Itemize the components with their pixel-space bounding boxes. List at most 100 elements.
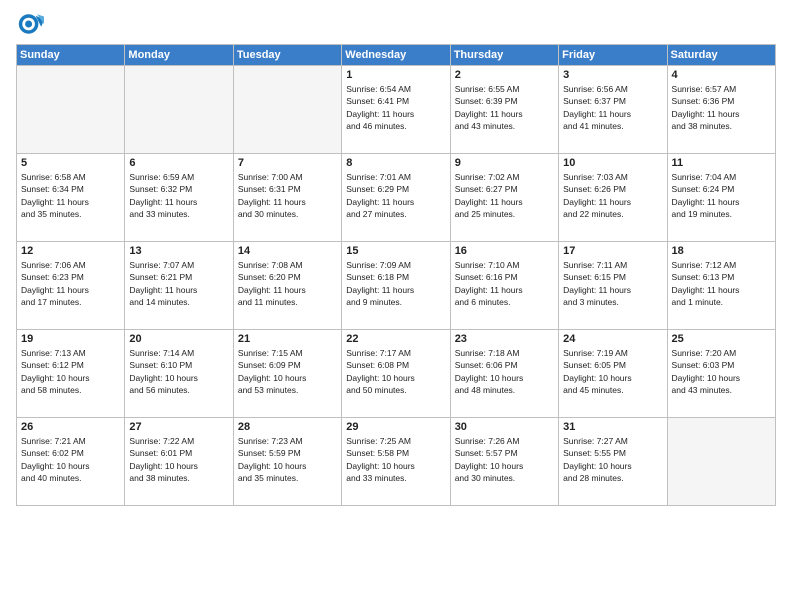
calendar-cell: 6 Sunrise: 6:59 AMSunset: 6:32 PMDaylight… <box>125 154 233 242</box>
day-number: 20 <box>129 333 228 345</box>
day-number: 23 <box>455 333 554 345</box>
day-number: 27 <box>129 421 228 433</box>
calendar-cell: 16 Sunrise: 7:10 AMSunset: 6:16 PMDayligh… <box>450 242 558 330</box>
calendar-cell: 23Sunrise: 7:18 AMSunset: 6:06 PMDayligh… <box>450 330 558 418</box>
week-row-2: 5 Sunrise: 6:58 AMSunset: 6:34 PMDaylight… <box>17 154 776 242</box>
weekday-header-sunday: Sunday <box>17 45 125 66</box>
calendar-cell: 28 Sunrise: 7:23 AMSunset: 5:59 PMDayligh… <box>233 418 341 506</box>
day-number: 21 <box>238 333 337 345</box>
day-number: 16 <box>455 245 554 257</box>
calendar-cell: 10Sunrise: 7:03 AMSunset: 6:26 PMDayligh… <box>559 154 667 242</box>
calendar-cell: 8Sunrise: 7:01 AMSunset: 6:29 PMDaylight… <box>342 154 450 242</box>
day-number: 3 <box>563 69 662 81</box>
day-number: 18 <box>672 245 771 257</box>
calendar-cell: 20 Sunrise: 7:14 AMSunset: 6:10 PMDayligh… <box>125 330 233 418</box>
day-info: Sunrise: 6:58 AMSunset: 6:34 PMDaylight:… <box>21 171 120 220</box>
calendar-cell: 2 Sunrise: 6:55 AMSunset: 6:39 PMDaylight… <box>450 66 558 154</box>
day-info: Sunrise: 7:07 AMSunset: 6:21 PMDaylight:… <box>129 259 228 308</box>
week-row-5: 26 Sunrise: 7:21 AMSunset: 6:02 PMDayligh… <box>17 418 776 506</box>
day-number: 6 <box>129 157 228 169</box>
day-info: Sunrise: 6:59 AMSunset: 6:32 PMDaylight:… <box>129 171 228 220</box>
day-info: Sunrise: 7:12 AMSunset: 6:13 PMDaylight:… <box>672 259 771 308</box>
day-number: 22 <box>346 333 445 345</box>
weekday-header-thursday: Thursday <box>450 45 558 66</box>
calendar-cell: 31 Sunrise: 7:27 AMSunset: 5:55 PMDayligh… <box>559 418 667 506</box>
day-number: 8 <box>346 157 445 169</box>
day-info: Sunrise: 7:10 AMSunset: 6:16 PMDaylight:… <box>455 259 554 308</box>
day-info: Sunrise: 7:04 AMSunset: 6:24 PMDaylight:… <box>672 171 771 220</box>
day-info: Sunrise: 7:08 AMSunset: 6:20 PMDaylight:… <box>238 259 337 308</box>
day-number: 15 <box>346 245 445 257</box>
day-info: Sunrise: 7:25 AMSunset: 5:58 PMDaylight:… <box>346 435 445 484</box>
calendar-cell: 25 Sunrise: 7:20 AMSunset: 6:03 PMDayligh… <box>667 330 775 418</box>
calendar-cell <box>667 418 775 506</box>
calendar-cell: 19Sunrise: 7:13 AMSunset: 6:12 PMDayligh… <box>17 330 125 418</box>
calendar-header <box>16 10 776 38</box>
calendar-cell: 24Sunrise: 7:19 AMSunset: 6:05 PMDayligh… <box>559 330 667 418</box>
day-info: Sunrise: 7:03 AMSunset: 6:26 PMDaylight:… <box>563 171 662 220</box>
calendar-cell: 12Sunrise: 7:06 AMSunset: 6:23 PMDayligh… <box>17 242 125 330</box>
day-info: Sunrise: 7:14 AMSunset: 6:10 PMDaylight:… <box>129 347 228 396</box>
day-info: Sunrise: 7:22 AMSunset: 6:01 PMDaylight:… <box>129 435 228 484</box>
day-number: 14 <box>238 245 337 257</box>
day-info: Sunrise: 6:55 AMSunset: 6:39 PMDaylight:… <box>455 83 554 132</box>
day-info: Sunrise: 7:23 AMSunset: 5:59 PMDaylight:… <box>238 435 337 484</box>
weekday-header-row: SundayMondayTuesdayWednesdayThursdayFrid… <box>17 45 776 66</box>
day-info: Sunrise: 6:54 AMSunset: 6:41 PMDaylight:… <box>346 83 445 132</box>
calendar-cell: 27 Sunrise: 7:22 AMSunset: 6:01 PMDayligh… <box>125 418 233 506</box>
logo <box>16 10 46 38</box>
day-info: Sunrise: 7:00 AMSunset: 6:31 PMDaylight:… <box>238 171 337 220</box>
day-info: Sunrise: 7:21 AMSunset: 6:02 PMDaylight:… <box>21 435 120 484</box>
day-info: Sunrise: 7:13 AMSunset: 6:12 PMDaylight:… <box>21 347 120 396</box>
calendar-cell: 26 Sunrise: 7:21 AMSunset: 6:02 PMDayligh… <box>17 418 125 506</box>
calendar-cell <box>233 66 341 154</box>
logo-icon <box>16 10 44 38</box>
calendar-cell: 17 Sunrise: 7:11 AMSunset: 6:15 PMDayligh… <box>559 242 667 330</box>
weekday-header-saturday: Saturday <box>667 45 775 66</box>
day-info: Sunrise: 7:20 AMSunset: 6:03 PMDaylight:… <box>672 347 771 396</box>
week-row-3: 12Sunrise: 7:06 AMSunset: 6:23 PMDayligh… <box>17 242 776 330</box>
day-info: Sunrise: 7:27 AMSunset: 5:55 PMDaylight:… <box>563 435 662 484</box>
weekday-header-friday: Friday <box>559 45 667 66</box>
day-number: 25 <box>672 333 771 345</box>
day-info: Sunrise: 7:11 AMSunset: 6:15 PMDaylight:… <box>563 259 662 308</box>
day-number: 13 <box>129 245 228 257</box>
day-info: Sunrise: 7:15 AMSunset: 6:09 PMDaylight:… <box>238 347 337 396</box>
calendar-cell: 14 Sunrise: 7:08 AMSunset: 6:20 PMDayligh… <box>233 242 341 330</box>
calendar-cell: 13 Sunrise: 7:07 AMSunset: 6:21 PMDayligh… <box>125 242 233 330</box>
calendar-cell: 15 Sunrise: 7:09 AMSunset: 6:18 PMDayligh… <box>342 242 450 330</box>
calendar-cell: 5 Sunrise: 6:58 AMSunset: 6:34 PMDaylight… <box>17 154 125 242</box>
day-number: 12 <box>21 245 120 257</box>
weekday-header-tuesday: Tuesday <box>233 45 341 66</box>
day-number: 5 <box>21 157 120 169</box>
calendar-cell: 3 Sunrise: 6:56 AMSunset: 6:37 PMDaylight… <box>559 66 667 154</box>
day-number: 29 <box>346 421 445 433</box>
day-number: 4 <box>672 69 771 81</box>
day-number: 9 <box>455 157 554 169</box>
day-info: Sunrise: 7:02 AMSunset: 6:27 PMDaylight:… <box>455 171 554 220</box>
day-number: 28 <box>238 421 337 433</box>
calendar-cell: 4Sunrise: 6:57 AMSunset: 6:36 PMDaylight… <box>667 66 775 154</box>
calendar-cell: 21 Sunrise: 7:15 AMSunset: 6:09 PMDayligh… <box>233 330 341 418</box>
day-info: Sunrise: 7:17 AMSunset: 6:08 PMDaylight:… <box>346 347 445 396</box>
week-row-1: 1 Sunrise: 6:54 AMSunset: 6:41 PMDaylight… <box>17 66 776 154</box>
calendar-cell: 18 Sunrise: 7:12 AMSunset: 6:13 PMDayligh… <box>667 242 775 330</box>
day-number: 1 <box>346 69 445 81</box>
day-number: 2 <box>455 69 554 81</box>
day-number: 24 <box>563 333 662 345</box>
day-number: 17 <box>563 245 662 257</box>
calendar-cell: 1 Sunrise: 6:54 AMSunset: 6:41 PMDaylight… <box>342 66 450 154</box>
calendar-cell: 7 Sunrise: 7:00 AMSunset: 6:31 PMDaylight… <box>233 154 341 242</box>
day-info: Sunrise: 6:56 AMSunset: 6:37 PMDaylight:… <box>563 83 662 132</box>
day-number: 31 <box>563 421 662 433</box>
day-number: 7 <box>238 157 337 169</box>
calendar-cell: 30Sunrise: 7:26 AMSunset: 5:57 PMDayligh… <box>450 418 558 506</box>
calendar-table: SundayMondayTuesdayWednesdayThursdayFrid… <box>16 44 776 506</box>
day-number: 26 <box>21 421 120 433</box>
calendar-cell: 11Sunrise: 7:04 AMSunset: 6:24 PMDayligh… <box>667 154 775 242</box>
calendar-page: SundayMondayTuesdayWednesdayThursdayFrid… <box>0 0 792 612</box>
weekday-header-monday: Monday <box>125 45 233 66</box>
day-info: Sunrise: 7:09 AMSunset: 6:18 PMDaylight:… <box>346 259 445 308</box>
calendar-cell: 29 Sunrise: 7:25 AMSunset: 5:58 PMDayligh… <box>342 418 450 506</box>
calendar-cell <box>125 66 233 154</box>
